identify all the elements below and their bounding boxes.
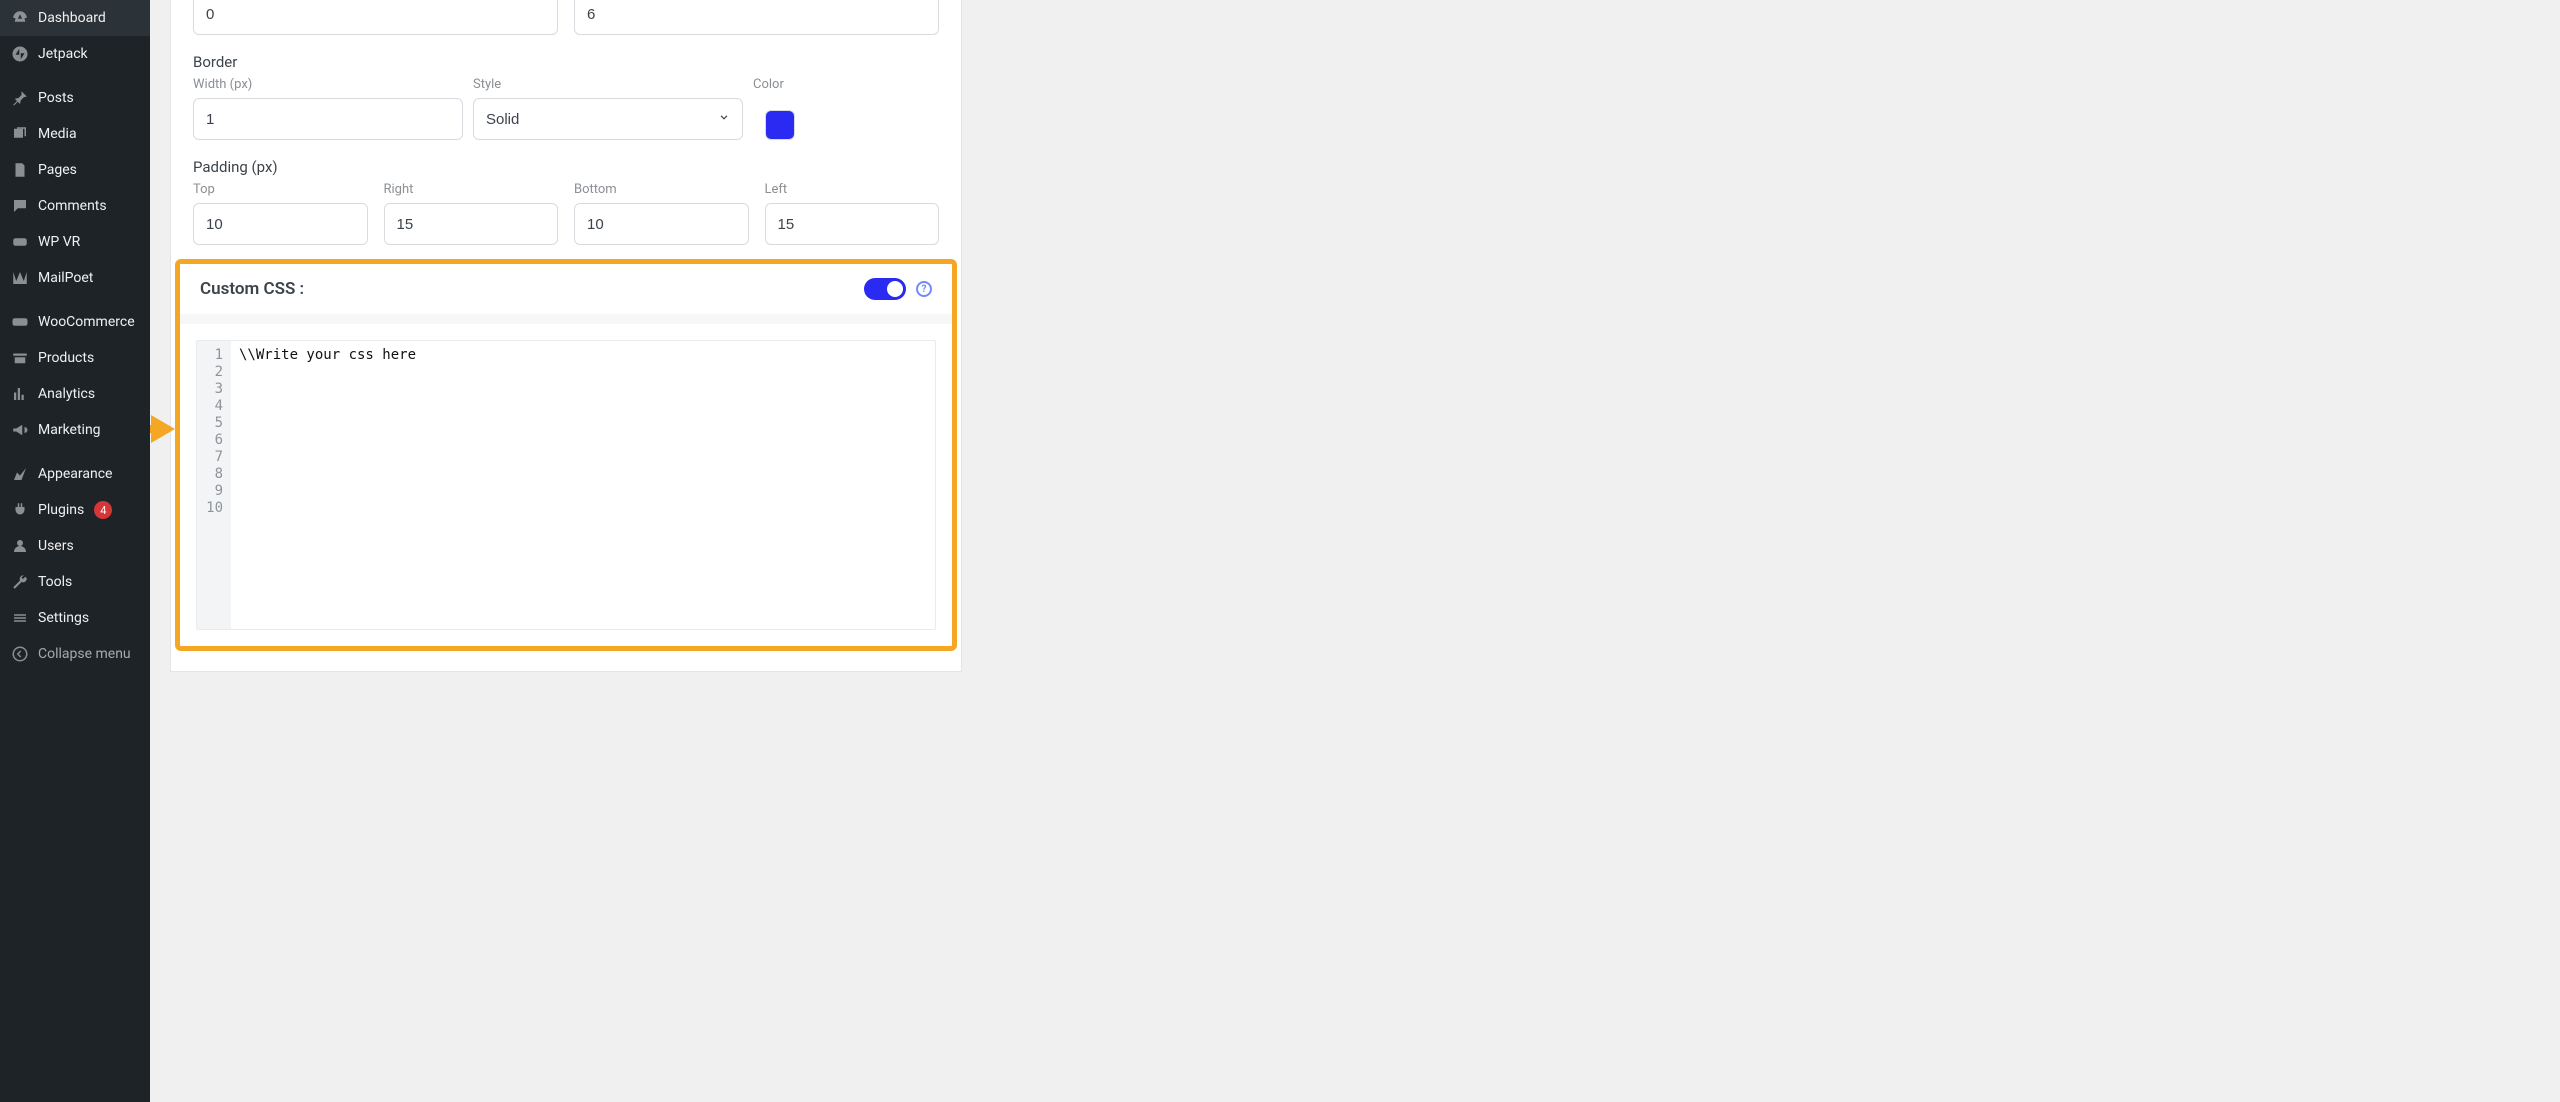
mailpoet-icon (10, 268, 30, 288)
collapse-menu-label: Collapse menu (38, 646, 131, 662)
sidebar-item-label: Settings (38, 610, 89, 626)
sidebar-item-media[interactable]: Media (0, 116, 150, 152)
admin-menu: Dashboard Jetpack Posts Media Pages Comments W… (0, 0, 150, 672)
sidebar-item-label: Pages (38, 162, 77, 178)
woo-icon (10, 312, 30, 332)
sidebar-item-plugins[interactable]: Plugins 4 (0, 492, 150, 528)
sidebar-item-woocommerce[interactable]: WooCommerce (0, 304, 150, 340)
tools-icon (10, 572, 30, 592)
custom-css-highlight: Custom CSS : ? 12345678910 \\Write your … (175, 259, 957, 651)
padding-left-input[interactable] (765, 203, 940, 245)
sidebar-item-label: MailPoet (38, 270, 93, 286)
sidebar-item-users[interactable]: Users (0, 528, 150, 564)
sidebar-item-tools[interactable]: Tools (0, 564, 150, 600)
border-color-swatch[interactable] (765, 110, 795, 140)
jetpack-icon (10, 44, 30, 64)
sidebar-item-jetpack[interactable]: Jetpack (0, 36, 150, 72)
padding-right-label: Right (384, 182, 559, 197)
sidebar-item-label: Plugins (38, 502, 84, 518)
users-icon (10, 536, 30, 556)
main-content: Border Width (px) Style Solid (150, 0, 2560, 1102)
field-a-left[interactable] (193, 0, 558, 35)
padding-bottom-label: Bottom (574, 182, 749, 197)
sidebar-item-pages[interactable]: Pages (0, 152, 150, 188)
sidebar-item-label: Posts (38, 90, 74, 106)
sidebar-item-label: Tools (38, 574, 72, 590)
padding-top-label: Top (193, 182, 368, 197)
sidebar-item-appearance[interactable]: Appearance (0, 456, 150, 492)
sidebar-item-label: Jetpack (38, 46, 88, 62)
sidebar-item-label: Dashboard (38, 10, 106, 26)
sidebar-item-label: Appearance (38, 466, 112, 482)
sidebar-item-settings[interactable]: Settings (0, 600, 150, 636)
sidebar-item-label: Comments (38, 198, 107, 214)
settings-icon (10, 608, 30, 628)
editor-gutter: 12345678910 (197, 341, 231, 629)
border-style-label: Style (473, 77, 743, 92)
comments-icon (10, 196, 30, 216)
sidebar-item-mailpoet[interactable]: MailPoet (0, 260, 150, 296)
collapse-icon (10, 644, 30, 664)
plugins-icon (10, 500, 30, 520)
analytics-icon (10, 384, 30, 404)
sidebar-item-label: Marketing (38, 422, 101, 438)
padding-left-label: Left (765, 182, 940, 197)
custom-css-toggle[interactable] (864, 278, 906, 300)
sidebar-item-label: WP VR (38, 234, 80, 250)
sidebar-item-label: WooCommerce (38, 314, 135, 330)
padding-bottom-input[interactable] (574, 203, 749, 245)
sidebar-item-label: Analytics (38, 386, 95, 402)
wpvr-icon (10, 232, 30, 252)
border-section-label: Border (193, 53, 939, 71)
sidebar-item-label: Media (38, 126, 77, 142)
appearance-icon (10, 464, 30, 484)
collapse-menu[interactable]: Collapse menu (0, 636, 150, 672)
media-icon (10, 124, 30, 144)
pin-icon (10, 88, 30, 108)
custom-css-header: Custom CSS : ? (180, 264, 952, 314)
padding-top-input[interactable] (193, 203, 368, 245)
sidebar-item-comments[interactable]: Comments (0, 188, 150, 224)
settings-panel: Border Width (px) Style Solid (170, 0, 962, 672)
help-icon[interactable]: ? (916, 281, 932, 297)
sidebar-item-posts[interactable]: Posts (0, 80, 150, 116)
sidebar-item-label: Users (38, 538, 74, 554)
border-color-label: Color (753, 77, 807, 92)
sidebar-item-analytics[interactable]: Analytics (0, 376, 150, 412)
marketing-icon (10, 420, 30, 440)
padding-section-label: Padding (px) (193, 158, 939, 176)
arrow-annotation (150, 415, 175, 443)
pages-icon (10, 160, 30, 180)
border-width-label: Width (px) (193, 77, 463, 92)
sidebar-item-dashboard[interactable]: Dashboard (0, 0, 150, 36)
sidebar-item-products[interactable]: Products (0, 340, 150, 376)
sidebar-item-marketing[interactable]: Marketing (0, 412, 150, 448)
dashboard-icon (10, 8, 30, 28)
sidebar-item-wp-vr[interactable]: WP VR (0, 224, 150, 260)
border-style-select[interactable]: Solid (473, 98, 743, 140)
products-icon (10, 348, 30, 368)
admin-sidebar: Dashboard Jetpack Posts Media Pages Comments W… (0, 0, 150, 1102)
padding-right-input[interactable] (384, 203, 559, 245)
field-a-right[interactable] (574, 0, 939, 35)
sidebar-item-label: Products (38, 350, 94, 366)
update-badge: 4 (94, 501, 112, 519)
css-editor[interactable]: 12345678910 \\Write your css here (196, 340, 936, 630)
custom-css-title: Custom CSS : (200, 279, 304, 299)
editor-code[interactable]: \\Write your css here (231, 341, 935, 629)
border-width-input[interactable] (193, 98, 463, 140)
